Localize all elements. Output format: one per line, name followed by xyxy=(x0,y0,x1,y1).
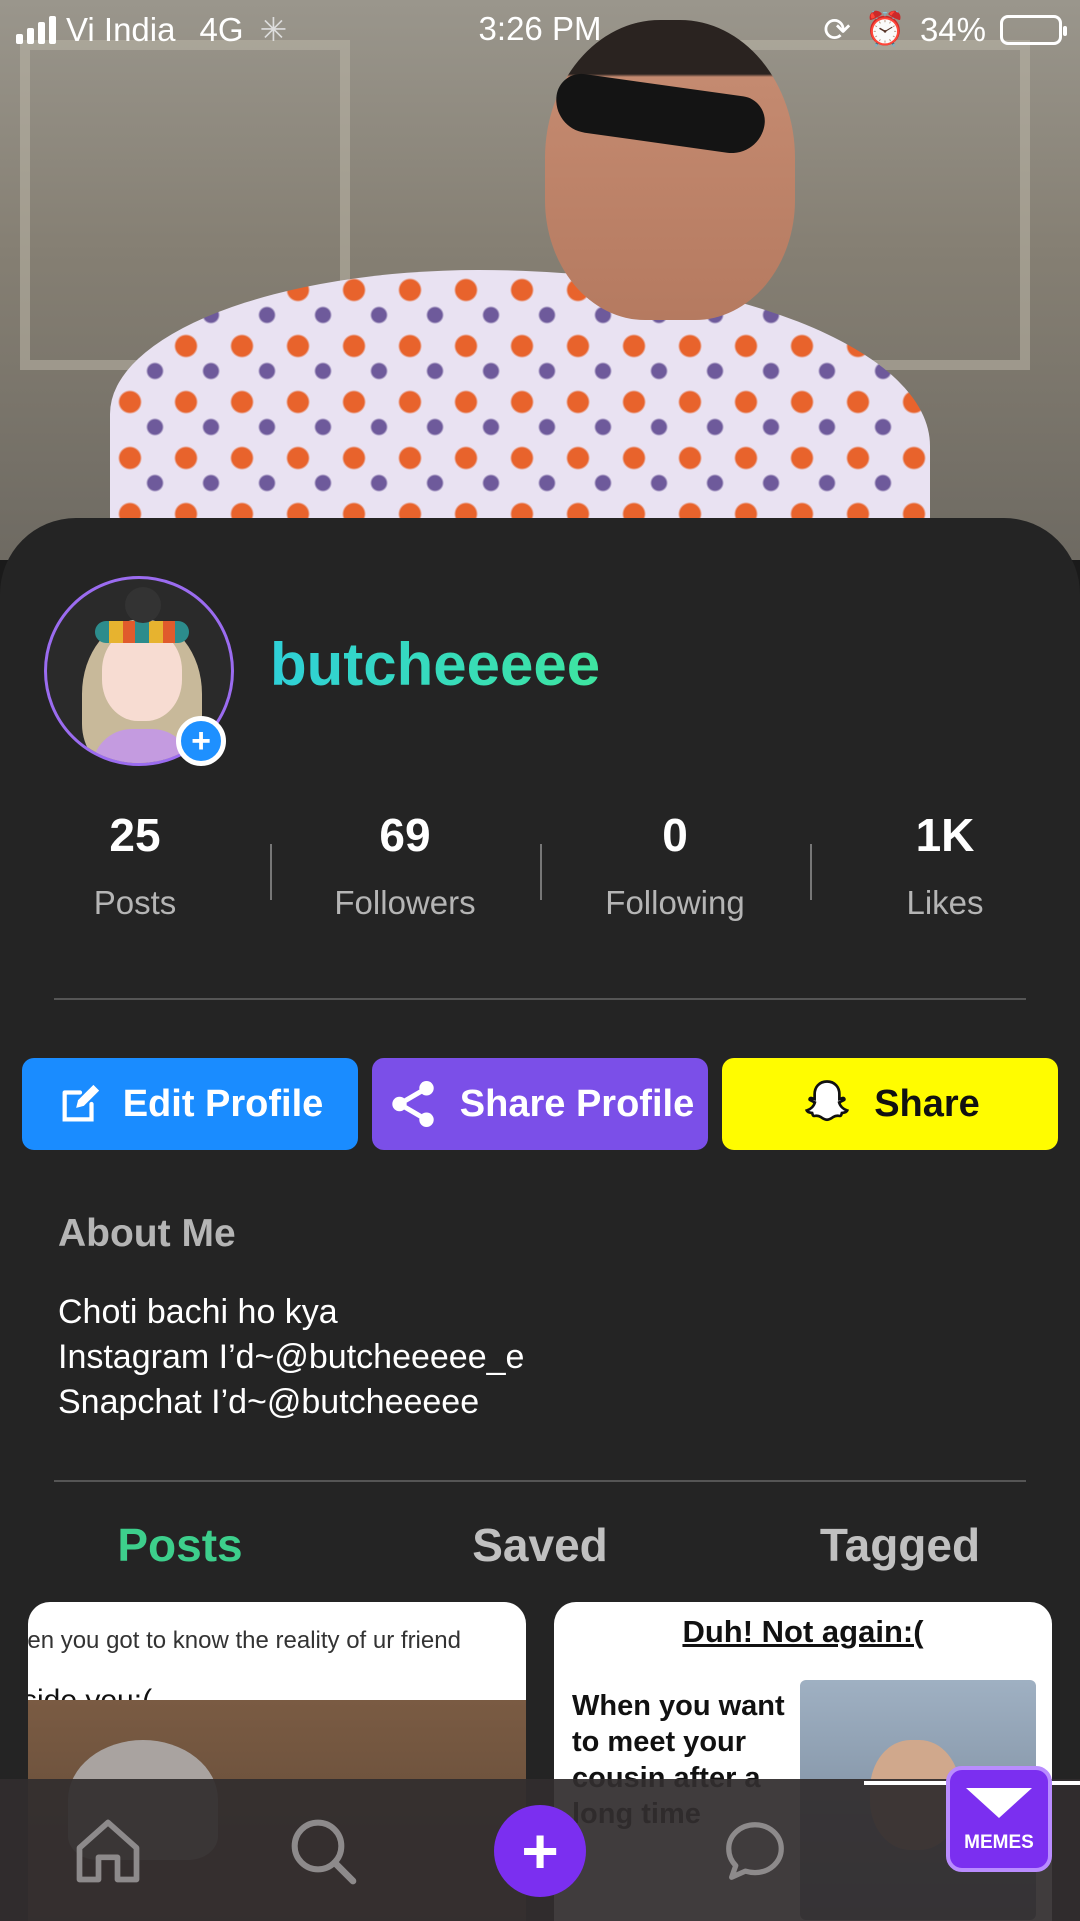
status-bar: Vi India 4G ✳ 3:26 PM ⟳ ⏰ 34% xyxy=(0,0,1080,58)
edit-profile-button[interactable]: Edit Profile xyxy=(22,1058,358,1150)
stat-following[interactable]: 0 Following xyxy=(540,808,810,948)
share-profile-button[interactable]: Share Profile xyxy=(372,1058,708,1150)
stat-label: Following xyxy=(605,884,745,921)
nav-search[interactable] xyxy=(281,1809,365,1893)
share-icon xyxy=(392,1081,434,1127)
stat-likes[interactable]: 1K Likes xyxy=(810,808,1080,948)
memes-label: MEMES xyxy=(964,1832,1034,1853)
bio: Choti bachi ho kya Instagram I’d~@butche… xyxy=(58,1290,524,1425)
stat-label: Likes xyxy=(906,884,984,921)
stat-value: 1K xyxy=(915,809,975,861)
nav-home[interactable] xyxy=(66,1809,150,1893)
profile-actions: Edit Profile Share Profile Share xyxy=(22,1058,1058,1150)
cover-person xyxy=(545,20,795,320)
edit-profile-label: Edit Profile xyxy=(122,1082,324,1125)
about-title: About Me xyxy=(58,1212,236,1255)
nav-messages[interactable] xyxy=(713,1809,797,1893)
post-caption: hen you got to know the reality of ur fr… xyxy=(28,1627,461,1654)
stats-row: 25 Posts 69 Followers 0 Following 1K Lik… xyxy=(0,808,1080,948)
snapchat-share-button[interactable]: Share xyxy=(722,1058,1058,1150)
plus-icon: + xyxy=(521,1815,559,1887)
post-title: Duh! Not again:( xyxy=(682,1614,924,1649)
alarm-icon: ⏰ xyxy=(864,10,906,47)
search-icon xyxy=(291,1819,357,1885)
stat-label: Followers xyxy=(334,884,476,921)
stat-label: Posts xyxy=(93,884,177,921)
battery-percent: 34% xyxy=(919,10,986,48)
snapchat-ghost-icon xyxy=(805,1080,850,1122)
chat-icon xyxy=(726,1822,784,1880)
status-right: ⟳ ⏰ 34% xyxy=(823,10,1067,49)
create-post-button[interactable]: + xyxy=(494,1805,586,1897)
stat-value: 69 xyxy=(379,809,431,861)
bio-line: Snapchat I’d~@butcheeeee xyxy=(58,1383,480,1421)
stat-posts[interactable]: 25 Posts xyxy=(0,808,270,948)
tab-tagged[interactable]: Tagged xyxy=(720,1510,1080,1572)
stat-value: 25 xyxy=(109,809,161,861)
divider xyxy=(54,1480,1026,1482)
bottom-nav: + xyxy=(0,1779,1080,1921)
snapchat-share-label: Share xyxy=(874,1082,980,1125)
content-tabs: Posts Saved Tagged xyxy=(0,1510,1080,1572)
battery-icon xyxy=(1000,14,1067,45)
divider xyxy=(54,998,1026,1000)
stat-value: 0 xyxy=(662,809,688,861)
stat-followers[interactable]: 69 Followers xyxy=(270,808,540,948)
memes-app-badge[interactable]: MEMES xyxy=(946,1766,1052,1872)
rotation-lock-icon: ⟳ xyxy=(823,11,851,48)
add-photo-button[interactable]: + xyxy=(176,716,226,766)
tab-posts[interactable]: Posts xyxy=(0,1510,360,1572)
bio-line: Choti bachi ho kya xyxy=(58,1293,338,1331)
username: butcheeeee xyxy=(270,631,601,698)
cover-photo xyxy=(0,0,1080,560)
share-profile-label: Share Profile xyxy=(459,1082,695,1125)
tab-saved[interactable]: Saved xyxy=(360,1510,720,1572)
bio-line: Instagram I’d~@butcheeeee_e xyxy=(58,1338,525,1376)
home-icon xyxy=(76,1819,140,1883)
edit-icon xyxy=(62,1084,99,1122)
